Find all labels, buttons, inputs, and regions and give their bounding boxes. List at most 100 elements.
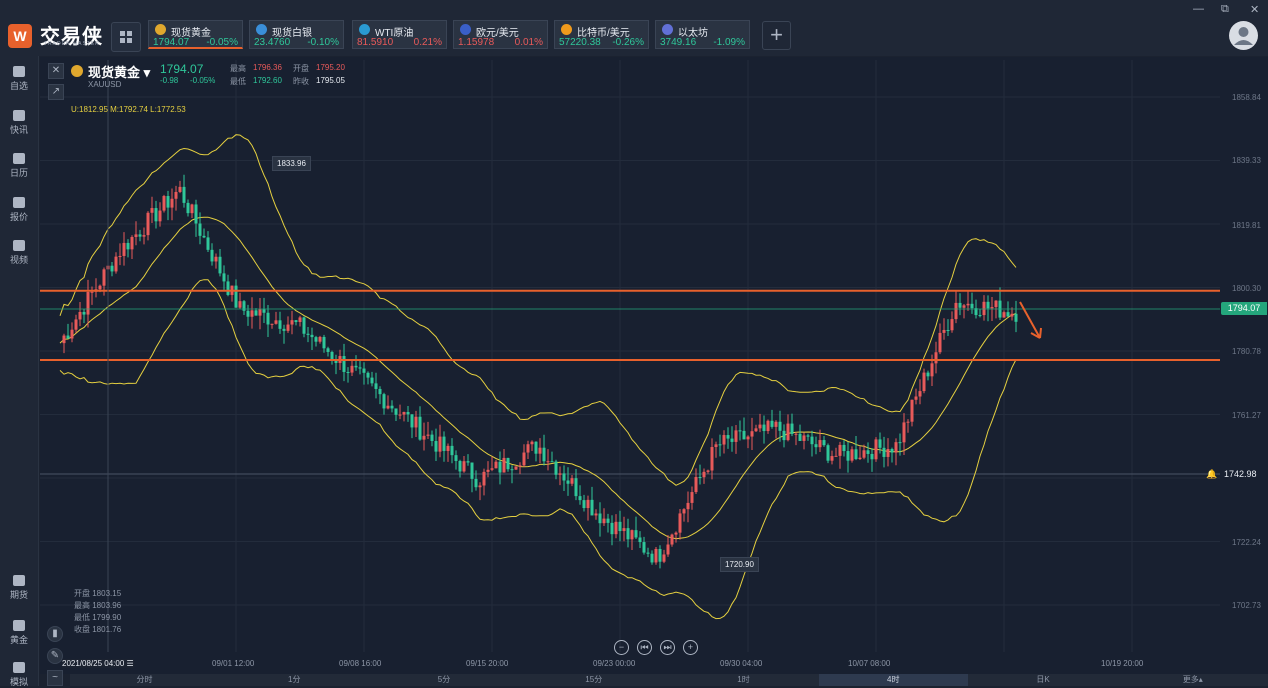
wallet-icon [13,662,25,673]
close-chart-button[interactable]: ✕ [48,63,64,79]
high-label: 最高 [230,64,246,73]
x-axis-tick: 10/19 20:00 [1101,659,1144,668]
draw-icon[interactable]: ✎ [47,648,63,664]
y-axis-tick: 1839.33 [1232,156,1261,165]
high-callout: 1833.96 [272,156,311,171]
instrument-name[interactable]: 现货黄金 ▾ [88,62,150,81]
sidebar-item[interactable]: 自选 [0,66,38,92]
high-value: 1796.36 [253,63,282,72]
sidebar-item-label: 报价 [9,212,28,222]
ticker-icon [256,24,267,35]
sidebar-item[interactable]: 日历 [0,153,38,179]
zoom-in-button[interactable]: + [683,640,698,655]
calendar-icon [13,153,25,164]
sidebar-item[interactable]: 期货 [0,575,38,601]
top-bar: W 交易侠 TRADER MASTER 现货黄金 1794.07 -0.05% 现货白… [0,0,1268,56]
scroll-start-button[interactable]: ⏮ [637,640,652,655]
ticker-price: 1794.07 [153,37,190,48]
x-axis-tick: 09/01 12:00 [212,659,255,668]
timeframe-tab[interactable]: 日K [969,674,1118,686]
prev-close-value: 1795.05 [316,76,345,85]
ticker-change: -0.05% [206,37,238,48]
user-avatar[interactable] [1229,21,1258,50]
prev-close-label: 昨收 [293,77,309,86]
timeframe-tab[interactable]: 4时 [818,674,968,686]
open-value: 1795.20 [316,63,345,72]
ticker-card[interactable]: 现货白银 23.4760 -0.10% [249,20,344,49]
sidebar-item[interactable]: 快讯 [0,110,38,136]
minimize-icon[interactable]: — [1193,3,1204,15]
low-value: 1792.60 [253,76,282,85]
x-axis-tick: 09/08 16:00 [339,659,382,668]
ticker-price: 57220.38 [559,37,601,48]
bottom-close: 收盘 1801.76 [74,625,122,634]
bookmark-icon [13,66,25,77]
y-axis-tick: 1702.73 [1232,601,1261,610]
ticker-card[interactable]: 比特币/美元 57220.38 -0.26% [554,20,649,49]
chart-type-icon[interactable]: ~ [47,670,63,686]
expand-chart-button[interactable]: ↗ [48,84,64,100]
ticker-card[interactable]: 欧元/美元 1.15978 0.01% [453,20,548,49]
current-price-tag: 1794.07 [1221,302,1267,315]
restore-icon[interactable]: ⧉ [1221,3,1229,16]
sidebar-item[interactable]: 模拟 [0,662,38,688]
sidebar-item[interactable]: 视频 [0,240,38,266]
y-axis-tick: 1819.81 [1232,221,1261,230]
news-icon [13,110,25,121]
ticker-change: 0.01% [514,37,543,48]
bottom-high: 最高 1803.96 [74,601,122,610]
y-axis-tick: 1761.27 [1232,411,1261,420]
instrument-change-pct: -0.05% [190,76,216,85]
ticker-icon [155,24,166,35]
chart-panel [40,57,1268,674]
zoom-out-button[interactable]: − [614,640,629,655]
close-icon[interactable]: ✕ [1250,3,1259,16]
indicator-icon[interactable]: ▮ [47,626,63,642]
ticker-card[interactable]: WTI原油 81.5910 0.21% [352,20,447,49]
instrument-code: XAUUSD [88,80,122,89]
x-axis-tick[interactable]: 2021/08/25 04:00 ☰ [62,659,134,668]
sidebar-item-label: 快讯 [9,125,28,135]
grid-menu-button[interactable] [111,22,141,52]
ticker-price: 81.5910 [357,37,394,48]
alert-price-tag[interactable]: 1742.98 [1224,469,1257,479]
ticker-price: 1.15978 [458,37,495,48]
ticker-change: -0.10% [307,37,339,48]
timeframe-tab[interactable]: 5分 [370,674,519,686]
timeframe-tab[interactable]: 15分 [519,674,668,686]
ticker-change: -0.26% [612,37,644,48]
low-label: 最低 [230,77,246,86]
ticker-change: -1.09% [713,37,745,48]
x-axis-tick: 10/07 08:00 [848,659,891,668]
bottom-open: 开盘 1803.15 [74,589,122,598]
open-label: 开盘 [293,64,309,73]
y-axis-tick: 1722.24 [1232,538,1261,547]
x-axis-tick: 09/15 20:00 [466,659,509,668]
timeframe-tab[interactable]: 分时 [70,674,219,686]
ticker-change: 0.21% [413,37,442,48]
y-axis-tick: 1780.78 [1232,347,1261,356]
sidebar-item-label: 自选 [9,81,28,91]
ticker-card[interactable]: 现货黄金 1794.07 -0.05% [148,20,243,49]
timeframe-tab[interactable]: 更多▴ [1118,674,1267,686]
timeframe-tab[interactable]: 1时 [669,674,818,686]
video-icon [13,240,25,251]
ticker-icon [561,24,572,35]
add-ticker-button[interactable]: + [762,21,791,50]
ticker-icon [460,24,471,35]
instrument-price: 1794.07 [160,62,204,76]
scroll-end-button[interactable]: ⏭ [660,640,675,655]
sidebar-item[interactable]: 报价 [0,197,38,223]
app-logo: W [8,24,32,48]
sidebar-item-label: 黄金 [9,635,28,645]
bell-icon[interactable]: 🔔 [1206,469,1217,480]
ticker-icon [662,24,673,35]
sidebar-item[interactable]: 黄金 [0,620,38,646]
sidebar-item-label: 日历 [9,168,28,178]
timeframe-tab[interactable]: 1分 [220,674,369,686]
x-axis-tick: 09/23 00:00 [593,659,636,668]
sidebar-item-label: 期货 [9,590,28,600]
ticker-card[interactable]: 以太坊 3749.16 -1.09% [655,20,750,49]
y-axis-tick: 1858.84 [1232,93,1261,102]
quote-icon [13,197,25,208]
